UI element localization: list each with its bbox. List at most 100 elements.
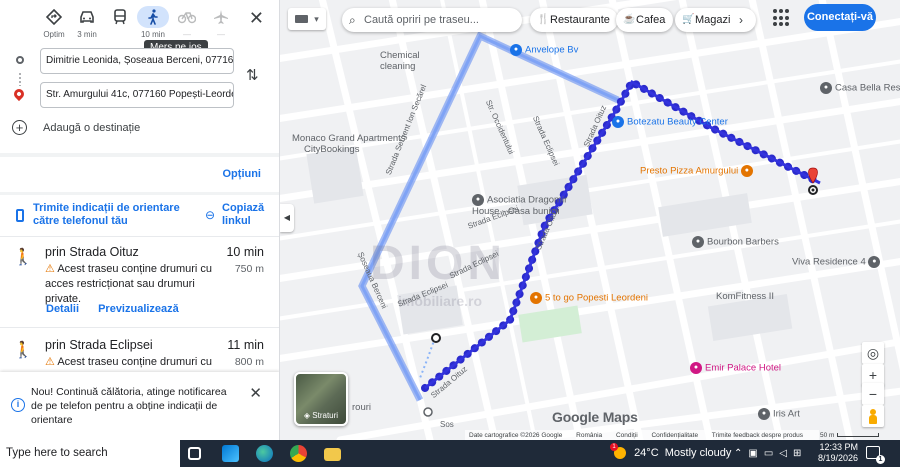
- poi-label[interactable]: Viva Residence 4 ●: [792, 256, 883, 268]
- route-name: prin Strada Eclipsei: [45, 338, 153, 352]
- poi-label[interactable]: Presto Pizza Amurgului ●: [640, 165, 756, 177]
- poi-label[interactable]: ● Iris Art: [758, 408, 800, 420]
- file-explorer-icon[interactable]: [324, 448, 341, 461]
- origin-input[interactable]: Dimitrie Leonida, Șoseaua Berceni, 07716…: [40, 48, 234, 74]
- feedback-link[interactable]: Trimite feedback despre produs: [712, 432, 803, 439]
- phone-icon: [16, 209, 24, 222]
- crosshair-icon: ◎: [866, 345, 880, 361]
- attribution-link[interactable]: România: [576, 432, 602, 439]
- poi-label[interactable]: ● Botezatu Beauty Center: [612, 116, 728, 128]
- my-location-button[interactable]: ◎: [862, 342, 884, 364]
- map-scale[interactable]: 50 m: [820, 430, 880, 439]
- barber-icon: ●: [692, 236, 704, 248]
- collapse-panel-button[interactable]: ◀: [280, 204, 294, 232]
- options-button[interactable]: Opțiuni: [223, 168, 262, 180]
- route-option[interactable]: 🚶 prin Strada Eclipsei 11 min 800 m ⚠ Ac…: [0, 338, 279, 374]
- taskbar-search-input[interactable]: Type here to search: [0, 440, 180, 467]
- tire-icon: ●: [510, 44, 522, 56]
- poi-label[interactable]: CityBookings: [304, 144, 359, 155]
- poi-label[interactable]: ● 5 to go Popesti Leordeni: [530, 292, 648, 304]
- route-distance: 800 m: [234, 356, 264, 368]
- route-option[interactable]: 🚶 prin Strada Oituz 10 min 750 m ⚠ Acest…: [0, 245, 279, 323]
- poi-label[interactable]: ● Emir Palace Hotel: [690, 362, 781, 374]
- pegman-icon[interactable]: [862, 405, 884, 427]
- search-along-route-input[interactable]: ⌕ Caută opriri pe traseu...: [342, 8, 522, 32]
- layers-button[interactable]: ◈ Straturi: [294, 372, 348, 426]
- mode-bicycle[interactable]: —: [171, 6, 203, 39]
- privacy-link[interactable]: Confidențialitate: [651, 432, 698, 439]
- notification-center-icon[interactable]: 1: [866, 446, 885, 464]
- divider: [0, 327, 279, 328]
- clock[interactable]: 12:33 PM 8/19/2026: [818, 442, 858, 464]
- poi-label[interactable]: Chemical cleaning: [380, 50, 450, 72]
- destination-pin-icon: [11, 86, 27, 102]
- map-canvas[interactable]: DION imobiliare.ro Str. Occidentului Str…: [280, 0, 900, 440]
- keyboard-input-button[interactable]: ▾: [288, 8, 326, 30]
- task-view-icon[interactable]: [188, 447, 201, 460]
- building-icon: ●: [472, 194, 484, 206]
- send-to-phone-link[interactable]: Trimite indicații de orientare către tel…: [33, 202, 183, 228]
- poi-label[interactable]: ● Bourbon Barbers: [692, 236, 779, 248]
- poi-label[interactable]: ● Anvelope Bv: [510, 44, 578, 56]
- mode-walk[interactable]: 10 min: [137, 6, 169, 39]
- details-button[interactable]: Detalii: [46, 303, 79, 315]
- route-warning: ⚠ Acest traseu conține drumuri cu: [45, 356, 213, 368]
- add-destination-button[interactable]: + Adaugă o destinație: [12, 120, 140, 135]
- sign-in-button[interactable]: Conectați-vă: [804, 4, 876, 31]
- mode-bicycle-label: —: [183, 30, 191, 39]
- swap-icon[interactable]: ⇅: [246, 66, 259, 84]
- shopping-cart-icon: 🛒: [682, 14, 695, 25]
- preview-button[interactable]: Previzualizează: [98, 303, 179, 315]
- route-time: 11 min: [227, 338, 264, 352]
- walk-icon: 🚶: [13, 342, 33, 359]
- fork-knife-icon: 🍴: [537, 14, 550, 25]
- walk-icon: [137, 6, 169, 28]
- route-links: Detalii Previzualizează: [46, 303, 195, 315]
- route-warning: ⚠ Acest traseu conține drumuri cu acces …: [45, 263, 213, 305]
- beauty-icon: ●: [612, 116, 624, 128]
- warning-icon: ⚠: [45, 263, 55, 275]
- map-attribution: Date cartografice ©2026 Google România C…: [465, 430, 819, 440]
- notification-text: Nou! Continuă călătoria, atinge notifica…: [31, 386, 227, 426]
- mode-transit[interactable]: [104, 6, 136, 30]
- add-icon: +: [12, 120, 27, 135]
- close-directions-button[interactable]: ✕: [249, 8, 264, 29]
- street-label: Sos: [440, 420, 454, 429]
- keyboard-icon: [295, 15, 309, 23]
- apps-grid-icon[interactable]: [773, 9, 791, 27]
- mode-flight[interactable]: —: [205, 6, 237, 39]
- zoom-out-button[interactable]: −: [862, 383, 884, 405]
- poi-label[interactable]: Monaco Grand Apartments: [292, 133, 406, 144]
- edge-browser-icon[interactable]: [256, 445, 273, 462]
- system-tray[interactable]: ⌃▣▭◁⊞: [734, 440, 807, 467]
- store-icon[interactable]: [222, 445, 239, 462]
- building-icon: ●: [868, 256, 881, 268]
- hotel-icon: ●: [690, 362, 702, 374]
- copy-link-button[interactable]: Copiază linkul: [222, 202, 277, 228]
- mode-car[interactable]: 3 min: [71, 6, 103, 39]
- route-name: prin Strada Oituz: [45, 245, 139, 259]
- mode-best[interactable]: Optim: [38, 6, 70, 39]
- coffee-icon: ☕: [623, 14, 636, 25]
- chip-restaurants[interactable]: 🍴 Restaurante: [530, 8, 618, 32]
- poi-label[interactable]: ●Casa Bella Residence: [820, 82, 900, 94]
- add-destination-label: Adaugă o destinație: [43, 121, 141, 134]
- poi-label[interactable]: rouri: [352, 402, 371, 413]
- weather-widget[interactable]: 1 24°C Mostly cloudy: [610, 440, 731, 467]
- mode-walk-label: 10 min: [140, 30, 165, 39]
- clock-date: 8/19/2026: [818, 453, 859, 463]
- poi-label[interactable]: ● Asociatia Dragomir House - Casa bunicii: [472, 194, 582, 217]
- chrome-browser-icon[interactable]: [290, 445, 307, 462]
- attribution-text: Date cartografice ©2026 Google: [469, 432, 563, 439]
- car-icon: [71, 6, 103, 28]
- route-time: 10 min: [226, 245, 264, 259]
- mode-car-label: 3 min: [77, 30, 97, 39]
- phone-notification-banner: i Nou! Continuă călătoria, atinge notifi…: [0, 372, 279, 440]
- poi-label[interactable]: KomFitness II: [716, 291, 774, 302]
- chip-coffee[interactable]: ☕ Cafea: [616, 8, 674, 32]
- terms-link[interactable]: Condiții: [616, 432, 638, 439]
- close-notification-button[interactable]: ✕: [249, 384, 262, 402]
- mode-flight-label: —: [217, 30, 225, 39]
- destination-input[interactable]: Str. Amurgului 41c, 077160 Popești-Leord…: [40, 82, 234, 108]
- transit-icon: [104, 6, 136, 28]
